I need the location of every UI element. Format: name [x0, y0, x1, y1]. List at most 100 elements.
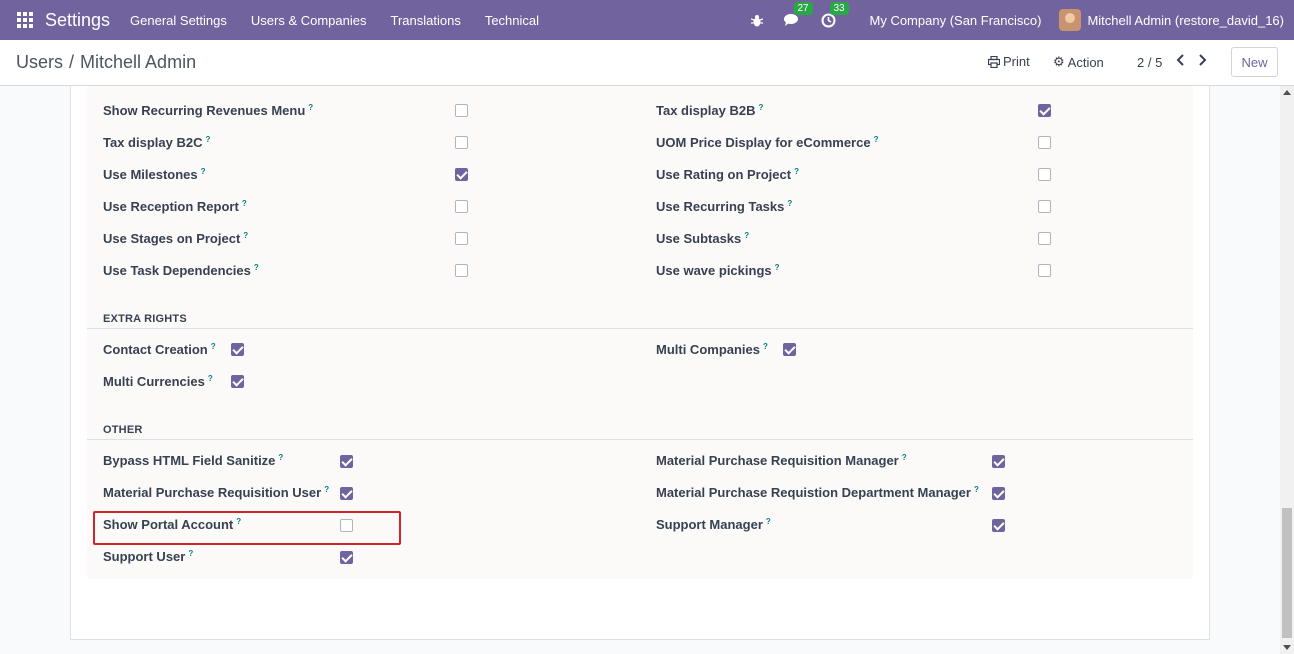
help-tooltip-icon[interactable]: ? [278, 453, 283, 462]
pager-previous-icon[interactable] [1176, 53, 1185, 71]
field-label-multi-currencies: Multi Currencies? [103, 374, 213, 389]
checkbox-support-user[interactable] [340, 551, 353, 564]
help-tooltip-icon[interactable]: ? [775, 263, 780, 272]
checkbox-subtasks[interactable] [1038, 232, 1051, 245]
field-label-support-manager: Support Manager? [656, 517, 771, 532]
user-menu[interactable]: Mitchell Admin (restore_david_16) [1087, 13, 1284, 28]
checkbox-support-manager[interactable] [992, 519, 1005, 532]
apps-grid-icon[interactable] [17, 12, 33, 28]
help-tooltip-icon[interactable]: ? [205, 135, 210, 144]
rights-group [87, 86, 1193, 579]
bug-icon[interactable] [748, 11, 766, 29]
section-divider [87, 328, 1193, 329]
menu-technical[interactable]: Technical [485, 13, 539, 28]
breadcrumb-separator: / [69, 52, 75, 72]
help-tooltip-icon[interactable]: ? [787, 199, 792, 208]
help-tooltip-icon[interactable]: ? [758, 103, 763, 112]
breadcrumb-users[interactable]: Users [16, 52, 63, 72]
section-divider [87, 439, 1193, 440]
checkbox-milestones[interactable] [455, 168, 468, 181]
print-icon [988, 55, 1000, 68]
checkbox-multi-currencies[interactable] [231, 375, 244, 388]
help-tooltip-icon[interactable]: ? [254, 263, 259, 272]
checkbox-contact-creation[interactable] [231, 343, 244, 356]
checkbox-stages-project[interactable] [455, 232, 468, 245]
user-avatar[interactable] [1059, 9, 1082, 31]
field-label-mpr-user: Material Purchase Requisition User? [103, 485, 330, 500]
highlight-box [93, 511, 401, 545]
checkbox-task-dependencies[interactable] [455, 264, 468, 277]
field-label-tax-b2c: Tax display B2C? [103, 135, 211, 150]
checkbox-mpr-user[interactable] [340, 487, 353, 500]
help-tooltip-icon[interactable]: ? [794, 167, 799, 176]
help-tooltip-icon[interactable]: ? [874, 135, 879, 144]
help-tooltip-icon[interactable]: ? [308, 103, 313, 112]
field-label-milestones: Use Milestones? [103, 167, 206, 182]
control-panel: Users / Mitchell Admin Print ⚙ Action 2 / … [0, 40, 1294, 86]
help-tooltip-icon[interactable]: ? [766, 517, 771, 526]
checkbox-bypass-html[interactable] [340, 455, 353, 468]
scroll-down-arrow-icon[interactable] [1283, 645, 1291, 650]
field-label-wave-pickings: Use wave pickings? [656, 263, 780, 278]
checkbox-tax-b2b[interactable] [1038, 104, 1051, 117]
menu-users-companies[interactable]: Users & Companies [251, 13, 367, 28]
help-tooltip-icon[interactable]: ? [208, 374, 213, 383]
field-label-contact-creation: Contact Creation? [103, 342, 216, 357]
field-label-recurring-tasks: Use Recurring Tasks? [656, 199, 793, 214]
checkbox-reception-report[interactable] [455, 200, 468, 213]
field-label-stages-project: Use Stages on Project? [103, 231, 249, 246]
field-label-subtasks: Use Subtasks? [656, 231, 750, 246]
pager-next-icon[interactable] [1198, 53, 1207, 71]
field-label-tax-b2b: Tax display B2B? [656, 103, 764, 118]
breadcrumb-current: Mitchell Admin [80, 52, 197, 72]
pager-value[interactable]: 2 / 5 [1137, 55, 1162, 70]
scroll-up-arrow-icon[interactable] [1283, 90, 1291, 95]
help-tooltip-icon[interactable]: ? [902, 453, 907, 462]
messages-icon[interactable]: 27 [784, 2, 813, 29]
gear-icon: ⚙ [1053, 54, 1065, 69]
activities-badge: 33 [829, 2, 849, 15]
help-tooltip-icon[interactable]: ? [242, 199, 247, 208]
help-tooltip-icon[interactable]: ? [188, 549, 193, 558]
menu-translations[interactable]: Translations [391, 13, 461, 28]
help-tooltip-icon[interactable]: ? [763, 342, 768, 351]
company-switcher[interactable]: My Company (San Francisco) [870, 13, 1042, 28]
messages-badge: 27 [793, 2, 813, 15]
new-button[interactable]: New [1231, 47, 1278, 77]
menu-general-settings[interactable]: General Settings [130, 13, 227, 28]
checkbox-rating-project[interactable] [1038, 168, 1051, 181]
action-label: Action [1067, 54, 1104, 70]
help-tooltip-icon[interactable]: ? [974, 485, 979, 494]
section-title-other: OTHER [103, 424, 143, 436]
checkbox-multi-companies[interactable] [783, 343, 796, 356]
help-tooltip-icon[interactable]: ? [211, 342, 216, 351]
print-button[interactable]: Print [988, 54, 1030, 69]
vertical-scrollbar[interactable] [1280, 86, 1294, 654]
checkbox-recurring-tasks[interactable] [1038, 200, 1051, 213]
field-label-reception-report: Use Reception Report? [103, 199, 247, 214]
breadcrumb: Users / Mitchell Admin [16, 52, 196, 73]
field-label-recurring-revenues: Show Recurring Revenues Menu? [103, 103, 314, 118]
help-tooltip-icon[interactable]: ? [324, 485, 329, 494]
checkbox-uom-price[interactable] [1038, 136, 1051, 149]
help-tooltip-icon[interactable]: ? [744, 231, 749, 240]
field-label-bypass-html: Bypass HTML Field Sanitize? [103, 453, 284, 468]
activities-clock-icon[interactable]: 33 [820, 2, 849, 29]
top-navbar: Settings General Settings Users & Compan… [0, 0, 1294, 40]
checkbox-tax-b2c[interactable] [455, 136, 468, 149]
field-label-multi-companies: Multi Companies? [656, 342, 768, 357]
field-label-support-user: Support User? [103, 549, 194, 564]
checkbox-recurring-revenues[interactable] [455, 104, 468, 117]
field-label-mpr-department-manager: Material Purchase Requistion Department … [656, 485, 979, 500]
checkbox-mpr-manager[interactable] [992, 455, 1005, 468]
action-button[interactable]: ⚙ Action [1053, 54, 1104, 70]
help-tooltip-icon[interactable]: ? [243, 231, 248, 240]
field-label-task-dependencies: Use Task Dependencies? [103, 263, 259, 278]
print-label: Print [1003, 54, 1030, 69]
checkbox-wave-pickings[interactable] [1038, 264, 1051, 277]
app-brand[interactable]: Settings [45, 10, 110, 31]
section-title-extra-rights: EXTRA RIGHTS [103, 313, 187, 325]
checkbox-mpr-department-manager[interactable] [992, 487, 1005, 500]
help-tooltip-icon[interactable]: ? [201, 167, 206, 176]
scrollbar-thumb[interactable] [1282, 508, 1292, 638]
